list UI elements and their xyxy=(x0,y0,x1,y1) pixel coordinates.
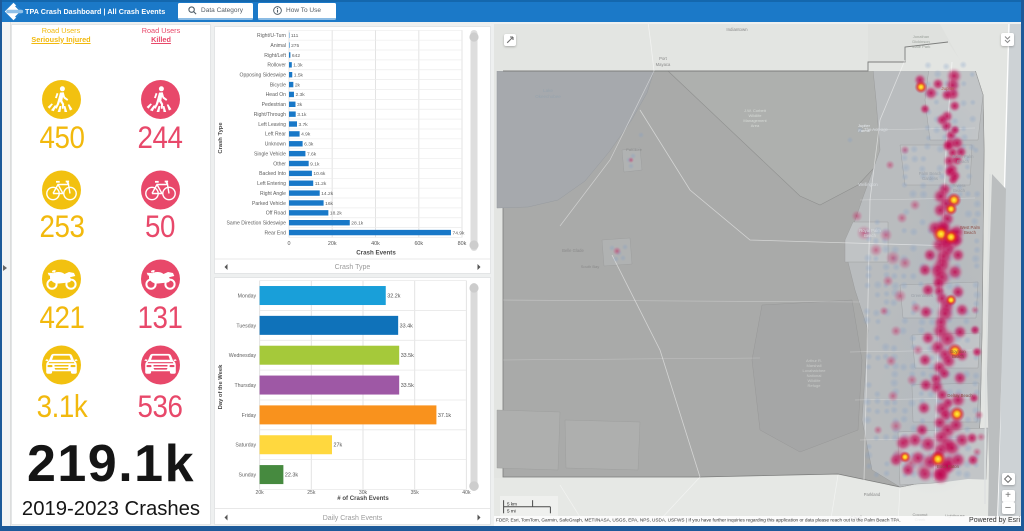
svg-text:40k: 40k xyxy=(462,490,471,496)
svg-text:1.5k: 1.5k xyxy=(294,72,304,78)
svg-text:5 mi: 5 mi xyxy=(507,508,516,513)
svg-text:Head On: Head On xyxy=(266,92,287,98)
svg-text:0: 0 xyxy=(288,241,291,247)
svg-text:Right/U-Turn: Right/U-Turn xyxy=(257,33,286,39)
svg-text:5 km: 5 km xyxy=(507,501,517,506)
svg-text:Beach: Beach xyxy=(953,188,966,193)
svg-text:Rollover: Rollover xyxy=(267,62,286,68)
svg-text:28.1k: 28.1k xyxy=(351,220,364,226)
svg-text:33.5k: 33.5k xyxy=(401,353,414,359)
svg-text:3.1k: 3.1k xyxy=(297,111,307,117)
svg-text:37.1k: 37.1k xyxy=(438,413,451,419)
svg-text:Boca Raton: Boca Raton xyxy=(937,464,960,469)
svg-text:Parked Vehicle: Parked Vehicle xyxy=(252,200,286,206)
svg-text:27k: 27k xyxy=(333,443,342,449)
svg-text:State Park: State Park xyxy=(912,44,931,49)
svg-text:20k: 20k xyxy=(255,490,264,496)
svg-text:The Acreage: The Acreage xyxy=(864,127,888,132)
svg-text:22.3k: 22.3k xyxy=(285,473,298,479)
svg-text:Wednesday: Wednesday xyxy=(229,353,257,359)
svg-text:Unknown: Unknown xyxy=(265,141,286,147)
svg-text:40k: 40k xyxy=(371,241,380,247)
svg-text:Delray Beach: Delray Beach xyxy=(947,393,973,398)
svg-text:3.7k: 3.7k xyxy=(299,121,309,127)
svg-text:35k: 35k xyxy=(411,490,420,496)
svg-text:7.6k: 7.6k xyxy=(307,151,317,157)
svg-text:2.3k: 2.3k xyxy=(295,92,305,98)
svg-text:Pedestrian: Pedestrian xyxy=(262,102,287,108)
svg-text:Belle Glade: Belle Glade xyxy=(562,248,584,253)
svg-text:Same Direction Sideswipe: Same Direction Sideswipe xyxy=(227,220,287,226)
svg-text:80k: 80k xyxy=(458,241,467,247)
svg-text:South Bay: South Bay xyxy=(581,264,599,269)
svg-text:Pahokee: Pahokee xyxy=(626,147,643,152)
svg-text:Mayaca: Mayaca xyxy=(656,62,671,67)
svg-text:275: 275 xyxy=(291,42,299,48)
svg-text:Right Angle: Right Angle xyxy=(260,190,286,196)
svg-text:Left Leaving: Left Leaving xyxy=(258,121,286,127)
svg-text:Gardens: Gardens xyxy=(922,176,938,181)
svg-text:Beach: Beach xyxy=(964,230,977,235)
svg-text:Parkland: Parkland xyxy=(864,492,881,497)
svg-text:Greenacres: Greenacres xyxy=(911,293,933,298)
svg-text:1.3k: 1.3k xyxy=(293,62,303,68)
svg-text:Monday: Monday xyxy=(238,294,257,300)
svg-text:20k: 20k xyxy=(328,241,337,247)
svg-text:Day of the Week: Day of the Week xyxy=(218,364,224,409)
svg-text:Crash Type: Crash Type xyxy=(335,264,371,271)
svg-text:Friday: Friday xyxy=(242,413,257,419)
svg-text:Backed Into: Backed Into xyxy=(259,171,286,177)
svg-text:Refuge: Refuge xyxy=(808,383,822,388)
svg-text:10.6k: 10.6k xyxy=(313,171,326,177)
svg-text:642: 642 xyxy=(292,52,300,58)
svg-text:Sunday: Sunday xyxy=(238,473,256,479)
svg-text:14.2k: 14.2k xyxy=(321,190,334,196)
svg-text:33.5k: 33.5k xyxy=(401,383,414,389)
svg-text:33.4k: 33.4k xyxy=(400,323,413,329)
svg-text:25k: 25k xyxy=(307,490,316,496)
svg-text:3k: 3k xyxy=(297,102,303,108)
svg-text:Port: Port xyxy=(659,56,668,61)
svg-text:9.1k: 9.1k xyxy=(310,161,320,167)
svg-text:Daily Crash Events: Daily Crash Events xyxy=(323,515,383,522)
svg-text:2k: 2k xyxy=(295,82,301,88)
svg-text:16k: 16k xyxy=(325,200,333,206)
svg-text:Animal: Animal xyxy=(270,42,286,48)
svg-text:6.3k: 6.3k xyxy=(304,141,314,147)
svg-text:Tuesday: Tuesday xyxy=(236,323,256,329)
svg-text:Lake: Lake xyxy=(543,88,553,93)
svg-text:Area: Area xyxy=(751,123,760,128)
svg-text:Thursday: Thursday xyxy=(234,383,256,389)
svg-text:Beach: Beach xyxy=(957,159,970,164)
svg-text:Off Road: Off Road xyxy=(266,210,286,216)
svg-text:Wellington: Wellington xyxy=(858,182,878,187)
svg-text:11.2k: 11.2k xyxy=(315,181,327,187)
svg-text:Saturday: Saturday xyxy=(235,443,256,449)
svg-text:Right/Through: Right/Through xyxy=(254,111,286,117)
svg-text:Bicycle: Bicycle xyxy=(270,82,286,88)
svg-text:Indiantown: Indiantown xyxy=(726,27,748,32)
svg-text:Okeechobee: Okeechobee xyxy=(535,94,561,99)
svg-text:Single Vehicle: Single Vehicle xyxy=(254,151,286,157)
svg-text:Other: Other xyxy=(273,161,286,167)
svg-text:74.9k: 74.9k xyxy=(452,230,465,236)
svg-text:4.9k: 4.9k xyxy=(301,131,311,137)
svg-text:Left Entering: Left Entering xyxy=(257,181,286,187)
svg-text:Right/Left: Right/Left xyxy=(264,52,286,58)
svg-text:Left Rear: Left Rear xyxy=(265,131,286,137)
svg-text:Crash Type: Crash Type xyxy=(218,121,224,153)
svg-text:Crash Events: Crash Events xyxy=(356,249,396,256)
svg-text:Jupiter: Jupiter xyxy=(941,86,955,91)
svg-text:60k: 60k xyxy=(414,241,423,247)
svg-text:111: 111 xyxy=(291,33,299,39)
svg-text:Beach: Beach xyxy=(952,354,965,359)
svg-text:18.2k: 18.2k xyxy=(330,210,343,216)
svg-text:# of Crash Events: # of Crash Events xyxy=(337,495,389,502)
svg-text:32.2k: 32.2k xyxy=(387,294,400,300)
svg-text:Opposing Sideswipe: Opposing Sideswipe xyxy=(240,72,287,78)
svg-text:Rear End: Rear End xyxy=(264,230,286,236)
svg-text:Beach: Beach xyxy=(864,233,877,238)
